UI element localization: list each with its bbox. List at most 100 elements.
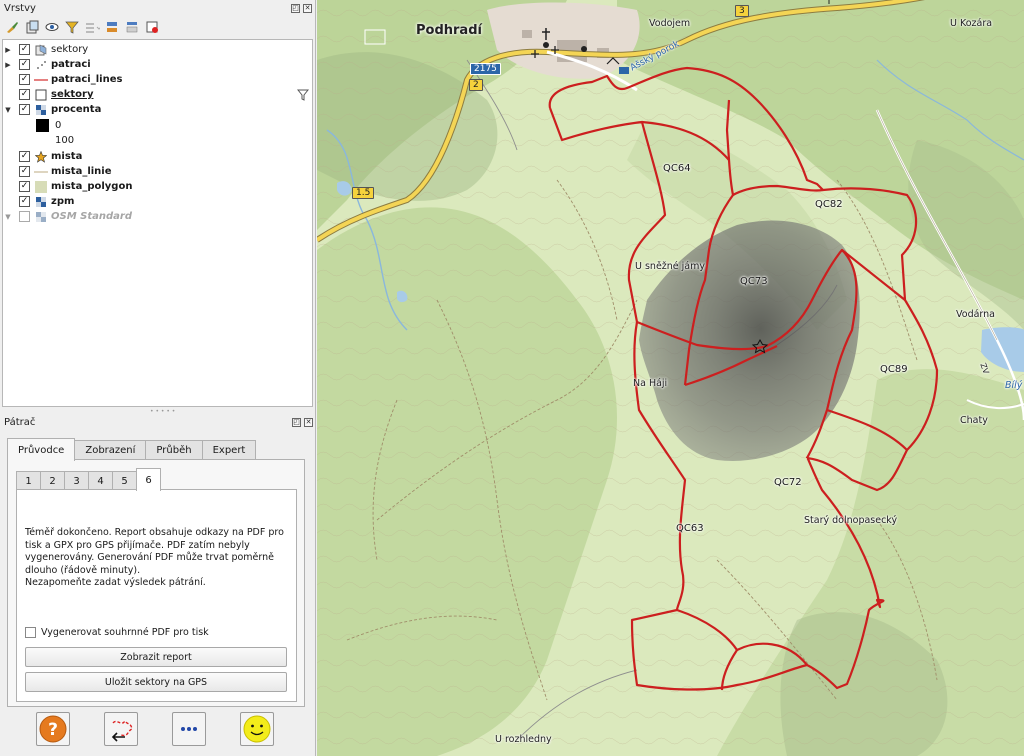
left-dock: Vrstvy ◰ ✕ ▶ ✓ sektory ▶ ✓ patraci ✓ pat… <box>0 0 316 756</box>
collapse-arrow-icon[interactable]: ▼ <box>3 105 13 115</box>
layer-row-mista-linie[interactable]: ✓ mista_linie <box>3 164 312 179</box>
points-icon <box>34 59 48 71</box>
road-number-2175: 2175 <box>470 63 501 75</box>
layer-checkbox[interactable] <box>19 211 30 222</box>
road-number-15: 1.5 <box>352 187 375 199</box>
layer-name: sektory <box>51 44 89 55</box>
info-paragraph: Téměř dokončeno. Report obsahuje odkazy … <box>25 527 284 576</box>
tab-pruvodce[interactable]: Průvodce <box>7 438 76 461</box>
white-square-icon <box>35 134 49 147</box>
style-brush-icon[interactable] <box>4 19 20 35</box>
step-tab-4[interactable]: 4 <box>88 471 113 490</box>
layer-checkbox[interactable]: ✓ <box>19 181 30 192</box>
tab-prubeh[interactable]: Průběh <box>145 440 203 460</box>
layer-row-zpm[interactable]: ✓ zpm <box>3 194 312 209</box>
step-tab-2[interactable]: 2 <box>40 471 65 490</box>
legend-label: 0 <box>55 120 62 131</box>
star-icon <box>34 150 48 163</box>
back-to-map-button[interactable] <box>104 712 138 746</box>
layer-row-osm-standard[interactable]: ▼ OSM Standard <box>3 209 312 224</box>
layer-row-procenta[interactable]: ▼ ✓ procenta <box>3 102 312 117</box>
sector-label-qc72[interactable]: QC72 <box>774 477 802 488</box>
sector-label-qc73[interactable]: QC73 <box>740 276 768 287</box>
add-group-icon[interactable] <box>24 19 40 35</box>
group-layers-icon[interactable] <box>84 19 100 35</box>
layer-checkbox[interactable]: ✓ <box>19 59 30 70</box>
map-svg <box>317 0 1024 756</box>
layer-name: patraci_lines <box>51 74 123 85</box>
map-canvas[interactable]: 2175 2 3 1.5 Podhradí Vodojem U Kozára A… <box>317 0 1024 756</box>
layer-tree: ▶ ✓ sektory ▶ ✓ patraci ✓ patraci_lines … <box>2 39 313 407</box>
generate-pdf-option[interactable]: Vygenerovat souhrnné PDF pro tisk <box>25 627 209 638</box>
building <box>522 30 532 38</box>
empty-polygon-icon <box>34 89 48 101</box>
layers-panel-titlebar: Vrstvy ◰ ✕ <box>0 0 315 16</box>
layer-filter-icon[interactable] <box>296 89 310 104</box>
map-label-chaty: Chaty <box>960 415 988 426</box>
visibility-eye-icon[interactable] <box>44 19 60 35</box>
layer-row-mista[interactable]: ✓ mista <box>3 149 312 164</box>
sector-label-qc89[interactable]: QC89 <box>880 364 908 375</box>
layer-row-patraci-lines[interactable]: ✓ patraci_lines <box>3 72 312 87</box>
expand-arrow-icon[interactable]: ▶ <box>3 45 13 55</box>
layer-name: mista <box>51 151 83 162</box>
layer-name: mista_linie <box>51 166 112 177</box>
help-button[interactable]: ? <box>36 712 70 746</box>
smiley-icon <box>243 715 271 743</box>
layer-name: patraci <box>51 59 91 70</box>
town-label: Podhradí <box>416 23 482 38</box>
sector-label-qc64[interactable]: QC64 <box>663 163 691 174</box>
close-icon[interactable]: ✕ <box>303 3 312 13</box>
layer-row-sektory-group[interactable]: ▶ ✓ sektory <box>3 42 312 57</box>
step-tab-5[interactable]: 5 <box>112 471 137 490</box>
filter-icon[interactable] <box>64 19 80 35</box>
generate-pdf-checkbox[interactable] <box>25 627 36 638</box>
help-icon: ? <box>39 715 67 743</box>
line-icon <box>34 166 48 178</box>
collapse-arrow-icon[interactable]: ▼ <box>3 212 13 222</box>
float-icon[interactable]: ◰ <box>292 417 301 427</box>
info-text: Téměř dokončeno. Report obsahuje odkazy … <box>25 527 290 590</box>
result-smiley-button[interactable] <box>240 712 274 746</box>
raster-icon <box>34 211 48 223</box>
float-icon[interactable]: ◰ <box>291 3 300 13</box>
layer-checkbox[interactable]: ✓ <box>19 74 30 85</box>
layer-name: sektory <box>51 89 94 100</box>
layer-checkbox[interactable]: ✓ <box>19 89 30 100</box>
layer-checkbox[interactable]: ✓ <box>19 151 30 162</box>
show-report-button[interactable]: Zobrazit report <box>25 647 287 667</box>
close-icon[interactable]: ✕ <box>304 417 313 427</box>
tab-expert[interactable]: Expert <box>201 440 257 460</box>
svg-text:?: ? <box>48 720 58 740</box>
more-button[interactable] <box>172 712 206 746</box>
expand-all-icon[interactable] <box>104 19 120 35</box>
raster-icon <box>34 196 48 208</box>
remove-layer-icon[interactable] <box>144 19 160 35</box>
sector-label-qc82[interactable]: QC82 <box>815 199 843 210</box>
layer-checkbox[interactable]: ✓ <box>19 44 30 55</box>
sector-label-qc63[interactable]: QC63 <box>676 523 704 534</box>
patrac-panel-title: Pátrač <box>4 416 36 428</box>
save-sectors-gps-button[interactable]: Uložit sektory na GPS <box>25 672 287 692</box>
wizard-tab-content: 1 2 3 4 5 6 Téměř dokončeno. Report obsa… <box>7 459 305 707</box>
step-tab-1[interactable]: 1 <box>16 471 41 490</box>
expand-arrow-icon[interactable]: ▶ <box>3 60 13 70</box>
layer-checkbox[interactable]: ✓ <box>19 166 30 177</box>
layer-row-sektory[interactable]: ✓ sektory <box>3 87 312 102</box>
map-label-u-snezne-jamy: U sněžné jámy <box>635 261 705 272</box>
layer-checkbox[interactable]: ✓ <box>19 104 30 115</box>
step-tab-6[interactable]: 6 <box>136 468 161 491</box>
layers-toolbar <box>0 16 315 38</box>
patrac-panel: Pátrač ◰ ✕ Průvodce Zobrazení Průběh Exp… <box>0 414 316 756</box>
collapse-all-icon[interactable] <box>124 19 140 35</box>
step-tab-3[interactable]: 3 <box>64 471 89 490</box>
step-content: Téměř dokončeno. Report obsahuje odkazy … <box>16 489 297 702</box>
wms-icon <box>34 44 48 56</box>
qgis-window: Vrstvy ◰ ✕ ▶ ✓ sektory ▶ ✓ patraci ✓ pat… <box>0 0 1024 756</box>
map-label-stary-dolnopasecky: Starý dolnopasecký <box>804 515 898 526</box>
layer-row-mista-polygon[interactable]: ✓ mista_polygon <box>3 179 312 194</box>
tab-zobrazeni[interactable]: Zobrazení <box>74 440 147 460</box>
layer-row-patraci[interactable]: ▶ ✓ patraci <box>3 57 312 72</box>
layer-checkbox[interactable]: ✓ <box>19 196 30 207</box>
info-reminder: Nezapomeňte zadat výsledek pátrání. <box>25 577 206 588</box>
